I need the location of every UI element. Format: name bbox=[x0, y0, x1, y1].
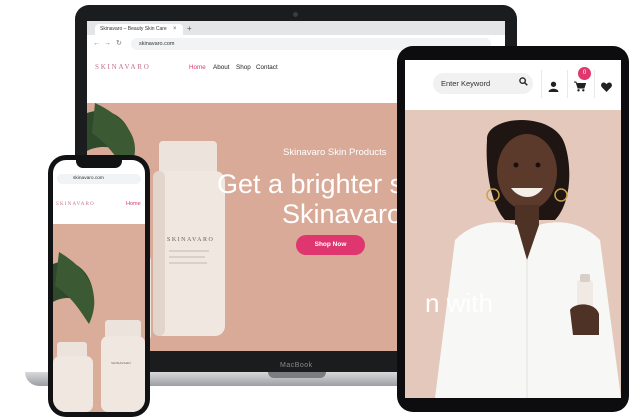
phone-url-bar[interactable]: skinavaro.com bbox=[57, 174, 141, 184]
laptop-camera bbox=[293, 12, 298, 17]
laptop-notch bbox=[268, 372, 326, 378]
nav-contact[interactable]: Contact bbox=[256, 64, 278, 71]
phone-site-logo[interactable]: SKINAVARO bbox=[56, 202, 95, 207]
phone-hero-illustration: SKINAVARO bbox=[53, 252, 145, 412]
heart-icon[interactable] bbox=[601, 79, 612, 97]
tablet-screen: Enter Keyword 0 n with bbox=[405, 60, 621, 398]
phone-product-label: SKINAVARO bbox=[111, 361, 131, 365]
user-icon[interactable] bbox=[548, 79, 559, 97]
shop-now-button[interactable]: Shop Now bbox=[296, 235, 365, 255]
cart-icon[interactable] bbox=[574, 79, 587, 97]
nav-about[interactable]: About bbox=[213, 64, 229, 71]
phone-notch bbox=[76, 160, 122, 168]
nav-home[interactable]: Home bbox=[189, 64, 206, 71]
hero-subtitle: Skinavaro Skin Products bbox=[283, 147, 387, 158]
phone-screen: ⌂ skinavaro.com SKINAVARO Home SKINAVARO bbox=[53, 160, 145, 412]
phone-nav-home[interactable]: Home bbox=[126, 201, 141, 207]
divider bbox=[541, 70, 542, 98]
browser-tab[interactable]: Skinavaro – Beauty Skin Care bbox=[95, 24, 183, 35]
phone-hero: SKINAVARO bbox=[53, 224, 145, 412]
reload-icon[interactable]: ↻ bbox=[116, 38, 122, 50]
search-icon[interactable] bbox=[519, 73, 528, 94]
cart-count-badge: 0 bbox=[578, 67, 591, 80]
nav-shop[interactable]: Shop bbox=[236, 64, 251, 71]
product-label: SKINAVARO bbox=[167, 237, 214, 243]
new-tab-button[interactable]: + bbox=[187, 23, 192, 35]
tablet-hero-text: n with bbox=[425, 288, 493, 318]
tab-close-icon[interactable]: × bbox=[173, 24, 177, 35]
tab-title: Skinavaro – Beauty Skin Care bbox=[100, 26, 167, 32]
divider bbox=[567, 70, 568, 98]
laptop-brand-label: MacBook bbox=[280, 362, 313, 369]
tablet-hero bbox=[405, 110, 621, 398]
search-input[interactable]: Enter Keyword bbox=[433, 73, 533, 94]
hero-model-photo bbox=[405, 110, 621, 398]
back-icon[interactable]: ← bbox=[93, 38, 100, 50]
divider bbox=[594, 70, 595, 98]
forward-icon[interactable]: → bbox=[104, 38, 111, 50]
site-logo[interactable]: SKINAVARO bbox=[95, 63, 151, 71]
